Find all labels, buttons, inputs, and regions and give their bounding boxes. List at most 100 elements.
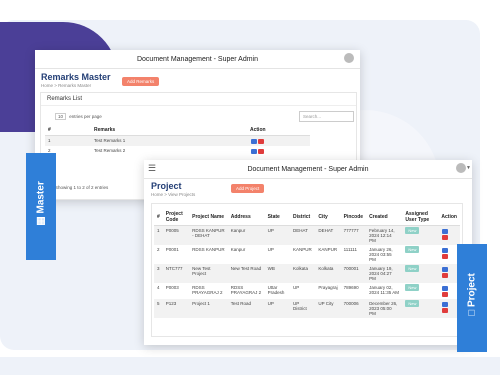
project-tab-label: □ Project [467,268,478,322]
delete-icon[interactable] [441,253,448,259]
table-footer: Showing 1 to 2 of 2 entries [55,185,109,190]
background-strip [0,357,500,375]
col-num[interactable]: # [154,209,163,226]
col-created[interactable]: Created [366,209,403,226]
col-assigned-user-type[interactable]: Assigned User Type [402,209,439,226]
delete-icon[interactable] [441,272,448,278]
row-address: RDSS PRAYAGRAJ 2 [230,285,262,295]
row-city: Prayagraj [318,285,338,290]
project-label: Project [466,273,478,308]
edit-icon[interactable] [441,301,448,307]
edit-icon[interactable] [441,266,448,272]
avatar[interactable] [344,53,354,63]
edit-icon[interactable] [250,148,257,154]
row-name: RDSS PRAYAGRAJ 2 [192,285,223,295]
row-address: New Test Road [227,264,265,283]
delete-icon[interactable] [257,138,264,144]
table-row: 1 P0005 RDSS KANPUR - DEHAT Kanpur UP DE… [154,225,460,245]
row-name: Project 1 [189,299,228,318]
row-district: Kolkata [290,264,316,283]
delete-icon[interactable] [441,234,448,240]
entries-select[interactable]: 10 [55,113,67,120]
edit-icon[interactable] [250,138,257,144]
breadcrumb[interactable]: Home > View Projects [151,192,195,197]
row-state: UP [267,247,274,252]
status-badge: New [405,265,420,272]
row-num: 1 [45,135,91,146]
menu-icon[interactable]: ☰ [148,163,156,174]
row-num: 5 [154,299,163,318]
table-row: 4 P0003 RDSS PRAYAGRAJ 2 RDSS PRAYAGRAJ … [154,283,460,299]
remarks-header: Remarks Master Home > Remarks Master [41,72,111,88]
col-state[interactable]: State [264,209,290,226]
row-city: KANPUR [318,247,338,252]
edit-icon[interactable] [441,228,448,234]
project-side-tab[interactable]: □ Project [457,244,487,352]
row-num: 2 [157,247,160,252]
breadcrumb[interactable]: Home > Remarks Master [41,83,111,88]
edit-icon[interactable] [441,285,448,291]
row-remark: Test Remarks 1 [91,135,247,146]
master-icon: ▦ [35,216,47,226]
row-actions [247,135,310,146]
page-title: Project [151,181,182,191]
chevron-down-icon[interactable]: ▼ [466,165,471,171]
row-code: P0001 [165,247,179,252]
row-district: UP [293,285,300,290]
row-num: 1 [154,225,163,245]
row-actions [247,146,310,156]
project-table: # Project Code Project Name Address Stat… [154,209,460,318]
table-row: 1 Test Remarks 1 [45,135,310,146]
status-badge: New [405,227,420,234]
edit-icon[interactable] [441,247,448,253]
row-district: DEHAT [290,225,316,245]
table-header: # Project Code Project Name Address Stat… [154,209,460,226]
row-num: 3 [154,264,163,283]
row-address: Kanpur [227,225,265,245]
row-created: January 02, 2024 11:35 AM [369,285,400,295]
search-input[interactable]: Search... [299,111,354,122]
delete-icon[interactable] [441,291,448,297]
col-action: Action [247,125,310,136]
col-district[interactable]: District [290,209,316,226]
col-action: Action [438,209,460,226]
row-city: UP City [315,299,341,318]
col-project-name[interactable]: Project Name [189,209,228,226]
add-project-button[interactable]: Add Project [231,184,265,193]
row-code: P0003 [165,285,179,290]
delete-icon[interactable] [257,148,264,154]
master-label: Master [35,181,47,214]
row-address: Kanpur [230,247,246,252]
delete-icon[interactable] [441,307,448,313]
col-city[interactable]: City [315,209,341,226]
row-created: February 14, 2024 12:14 PM [366,225,403,245]
row-assigned: New [402,264,439,283]
col-address[interactable]: Address [227,209,265,226]
master-side-tab[interactable]: ▦ Master [26,153,56,260]
status-badge: New [405,284,420,291]
col-pincode[interactable]: Pincode [340,209,367,226]
status-badge: New [405,246,420,253]
page-title: Remarks Master [41,72,111,82]
row-assigned: New [402,299,439,318]
table-header: # Remarks Action [45,125,310,136]
entries-control: 10 entries per page [55,113,102,120]
remarks-table: # Remarks Action 1 Test Remarks 1 2 Test… [45,125,310,156]
remarks-topbar: Document Management - Super Admin [35,50,360,69]
row-created: January 19, 2024 04:27 PM [366,264,403,283]
avatar[interactable] [456,163,466,173]
row-city: Kolkata [315,264,341,283]
row-num: 4 [157,285,160,290]
col-remarks[interactable]: Remarks [91,125,247,136]
table-row: 2 Test Remarks 2 [45,146,310,156]
app-title: Document Management - Super Admin [247,165,369,173]
table-row: 2 P0001 RDSS KANPUR Kanpur UP KANPUR KAN… [154,245,460,264]
row-pincode: 777777 [340,225,367,245]
col-project-code[interactable]: Project Code [162,209,190,226]
add-remarks-button[interactable]: Add Remarks [122,77,160,86]
row-remark: Test Remarks 2 [94,148,126,153]
table-row: 3 NTC777 New Test Project New Test Road … [154,264,460,283]
row-pincode: 789690 [343,285,359,290]
col-num[interactable]: # [45,125,91,136]
project-window: ☰ Document Management - Super Admin ▼ Pr… [144,160,472,345]
